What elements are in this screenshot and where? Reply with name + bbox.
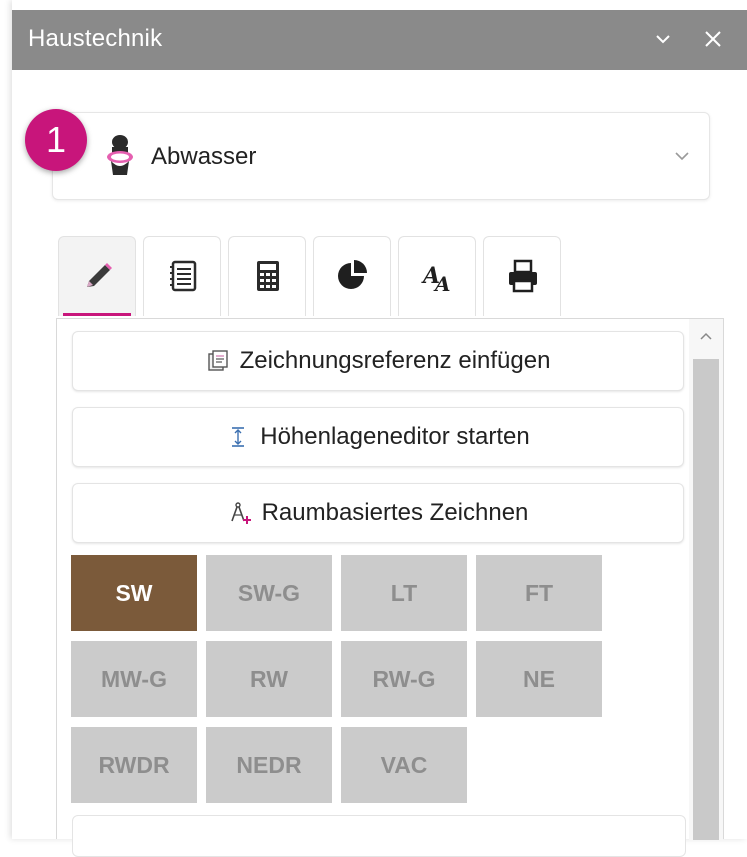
scrollbar-thumb[interactable] bbox=[693, 359, 719, 840]
title-bar: Haustechnik bbox=[12, 10, 747, 70]
insert-drawing-reference-button[interactable]: Zeichnungsreferenz einfügen bbox=[72, 331, 684, 391]
tab-list[interactable] bbox=[143, 236, 221, 316]
tab-print[interactable] bbox=[483, 236, 561, 316]
tab-draw[interactable] bbox=[58, 236, 136, 316]
room-drawing-icon bbox=[230, 502, 251, 524]
system-button-sw-g[interactable]: SW-G bbox=[206, 555, 332, 631]
system-button-vac[interactable]: VAC bbox=[341, 727, 467, 803]
svg-text:A: A bbox=[433, 272, 451, 295]
tab-text-style[interactable]: A A bbox=[398, 236, 476, 316]
discipline-value: Abwasser bbox=[151, 143, 257, 170]
system-button-rw[interactable]: RW bbox=[206, 641, 332, 717]
drawing-reference-icon bbox=[207, 350, 228, 371]
printer-icon bbox=[509, 259, 537, 293]
system-button-ft[interactable]: FT bbox=[476, 555, 602, 631]
toilet-icon bbox=[107, 135, 133, 175]
chevron-down-icon[interactable] bbox=[673, 149, 691, 163]
discipline-selector[interactable]: 1 Abwasser bbox=[25, 109, 710, 200]
calculator-icon bbox=[257, 261, 279, 291]
room-based-drawing-button[interactable]: Raumbasiertes Zeichnen bbox=[72, 483, 684, 543]
system-button-rwdr[interactable]: RWDR bbox=[71, 727, 197, 803]
notebook-icon bbox=[170, 260, 197, 292]
tab-calculate[interactable] bbox=[228, 236, 306, 316]
step-badge: 1 bbox=[25, 109, 87, 171]
system-button-ne[interactable]: NE bbox=[476, 641, 602, 717]
haustechnik-panel: Haustechnik 1 Abwasser A A Zeichnungsref… bbox=[12, 0, 747, 857]
tab-content: Zeichnungsreferenz einfügen Höhenlagened… bbox=[56, 318, 724, 857]
system-button-sw[interactable]: SW bbox=[71, 555, 197, 631]
room-based-drawing-label: Raumbasiertes Zeichnen bbox=[261, 499, 529, 526]
chevron-down-icon[interactable] bbox=[652, 28, 674, 50]
start-height-editor-label: Höhenlageneditor starten bbox=[260, 423, 530, 450]
scroll-up-icon[interactable] bbox=[699, 331, 713, 341]
system-button-lt[interactable]: LT bbox=[341, 555, 467, 631]
tab-statistics[interactable] bbox=[313, 236, 391, 316]
pencil-icon bbox=[87, 263, 112, 287]
system-button-mw-g[interactable]: MW-G bbox=[71, 641, 197, 717]
system-button-rw-g[interactable]: RW-G bbox=[341, 641, 467, 717]
system-type-grid: SW SW-G LT FT MW-G RW RW-G NE RWDR NEDR … bbox=[71, 555, 611, 807]
text-style-icon: A A bbox=[421, 263, 451, 295]
insert-drawing-reference-label: Zeichnungsreferenz einfügen bbox=[239, 347, 551, 374]
partial-button[interactable] bbox=[72, 815, 686, 857]
start-height-editor-button[interactable]: Höhenlageneditor starten bbox=[72, 407, 684, 467]
system-button-nedr[interactable]: NEDR bbox=[206, 727, 332, 803]
pie-chart-icon bbox=[338, 260, 367, 289]
close-icon[interactable] bbox=[702, 28, 724, 50]
panel-title: Haustechnik bbox=[28, 25, 163, 52]
scrollbar[interactable] bbox=[689, 319, 723, 840]
height-editor-icon bbox=[232, 427, 245, 447]
